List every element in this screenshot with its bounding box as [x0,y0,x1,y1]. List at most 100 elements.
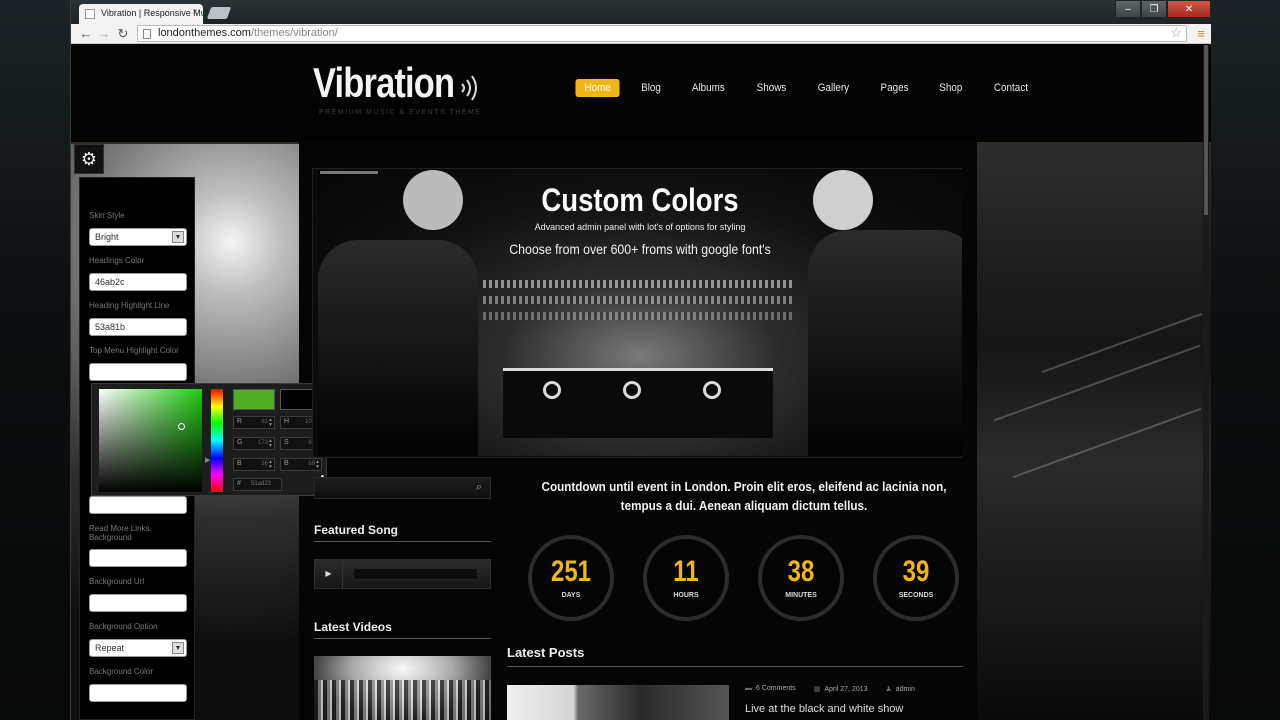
url-host: londonthemes.com [158,27,251,39]
skin-style-value: Bright [95,232,119,242]
scrollbar[interactable] [1203,45,1209,720]
browser-toolbar: ← → ↻ londonthemes.com/themes/vibration/… [71,24,1211,44]
close-window-button[interactable]: ✕ [1167,0,1211,18]
hue-arrow-icon: ▶ [205,457,211,464]
countdown-minutes: 38 MINUTES [758,535,844,621]
skin-style-select[interactable]: Bright ▼ [89,228,187,246]
main-nav: Home Blog Albums Shows Gallery Pages Sho… [573,79,1048,97]
countdown-seconds: 39 SECONDS [873,535,959,621]
audio-progress-track[interactable] [353,568,478,580]
tab-title: Vibration | Responsive Mu [101,8,203,18]
slide-title: Custom Colors [541,182,739,218]
nav-blog[interactable]: Blog [632,79,670,97]
site-logo[interactable]: Vibration [313,59,455,107]
latest-videos-heading: Latest Videos [314,620,491,639]
hue-slider[interactable] [211,389,223,492]
top-menu-highlight-label: Top Menu Highlight Color [89,346,179,355]
background-url-input[interactable] [89,594,187,612]
nav-home[interactable]: Home [575,79,620,97]
saturation-brightness-area[interactable] [99,389,202,492]
background-option-select[interactable]: Repeat ▼ [89,639,187,657]
play-icon[interactable]: ▶ [315,560,343,588]
window-controls: – ❐ ✕ [1115,0,1211,18]
background-option-label: Background Option [89,622,158,631]
video-thumbnail[interactable] [314,656,491,720]
slide-subtitle-2: Choose from over 600+ froms with google … [509,241,771,257]
countdown-value: 39 [902,555,930,588]
post-meta: ▬ 6 Comments ▦ April 27, 2013 ♟ admin [745,685,915,693]
search-icon[interactable]: ⌕ [476,481,482,494]
post-thumbnail[interactable] [507,685,729,720]
background-color-input[interactable] [89,684,187,702]
headings-color-label: Headings Color [89,256,145,265]
gear-icon[interactable]: ⚙ [74,144,104,174]
tab-bar: Vibration | Responsive Mu × – ❐ ✕ [71,0,1211,24]
hex-field[interactable]: #51ad23 [233,478,282,491]
brightness-field[interactable]: B 68 ▲ ▼ [280,458,322,471]
countdown-value: 11 [673,555,699,588]
new-tab-button[interactable] [206,7,232,19]
browser-tab[interactable]: Vibration | Responsive Mu × [79,4,203,24]
audio-player: ▶ [314,559,491,589]
back-button[interactable]: ← [77,25,95,43]
countdown-days: 251 DAYS [528,535,614,621]
nav-contact[interactable]: Contact [985,79,1037,97]
color-picker: ▶ R81▲▼ G173▲▼ B36▲▼ H100▲▼ S80▲▼ B68▲▼ … [91,383,331,496]
nav-albums[interactable]: Albums [683,79,734,97]
site-header: Vibration PREMIUM MUSIC & EVENTS THEME H… [71,45,1211,142]
green-field[interactable]: G 173 ▲ ▼ [233,437,275,450]
maximize-button[interactable]: ❐ [1141,0,1167,18]
countdown-value: 251 [550,555,592,588]
address-bar[interactable]: londonthemes.com/themes/vibration/ ☆ [137,25,1187,42]
comment-icon: ▬ [745,685,752,692]
comments-link[interactable]: ▬ 6 Comments [745,685,796,693]
browser-window: Vibration | Responsive Mu × – ❐ ✕ ← → ↻ … [70,0,1211,720]
page-viewport: Vibration PREMIUM MUSIC & EVENTS THEME H… [71,45,1211,720]
read-more-input[interactable] [89,549,187,567]
page-icon [143,29,151,39]
countdown-unit: MINUTES [785,592,817,599]
top-menu-highlight-input[interactable] [89,363,187,381]
countdown-description: Countdown until event in London. Proin e… [541,479,947,513]
post-author[interactable]: ♟ admin [886,685,915,693]
color-selector-handle[interactable] [178,423,185,430]
read-more-prev-input[interactable] [89,496,187,514]
chevron-down-icon: ▼ [172,642,184,654]
reload-button[interactable]: ↻ [114,25,132,43]
url-path: /themes/vibration/ [250,27,338,39]
post-date: ▦ April 27, 2013 [813,686,868,693]
hamburger-icon[interactable]: ≡ [1197,26,1205,41]
scrollbar-thumb[interactable] [1204,45,1208,215]
skin-style-label: Skin Style [89,211,125,220]
countdown-unit: HOURS [673,592,699,599]
featured-song-heading: Featured Song [314,523,491,542]
slide-subtitle: Advanced admin panel with lot's of optio… [534,222,746,232]
background-color-label: Background Color [89,667,154,676]
background-option-value: Repeat [95,643,125,653]
nav-pages[interactable]: Pages [871,79,917,97]
background-url-label: Background Url [89,577,145,586]
tab-close-icon[interactable]: × [192,7,198,18]
countdown-hours: 11 HOURS [643,535,729,621]
nav-shows[interactable]: Shows [748,79,796,97]
heading-highlight-label: Heading Highlight Line [89,301,170,310]
countdown-unit: SECONDS [898,592,934,599]
post-title-link[interactable]: Live at the black and white show [745,703,903,715]
minimize-button[interactable]: – [1115,0,1141,18]
background-image-right [977,142,1211,720]
site-tagline: PREMIUM MUSIC & EVENTS THEME [319,109,482,116]
headings-color-input[interactable]: 46ab2c [89,273,187,291]
heading-highlight-input[interactable]: 53a81b [89,318,187,336]
nav-shop[interactable]: Shop [930,79,971,97]
nav-gallery[interactable]: Gallery [809,79,858,97]
red-field[interactable]: R 81 ▲ ▼ [233,416,275,429]
user-icon: ♟ [885,686,892,693]
read-more-label: Read More Links Background [89,524,150,542]
forward-button[interactable]: → [95,25,113,43]
favicon-icon [85,9,95,19]
blue-field[interactable]: B 36 ▲ ▼ [233,458,275,471]
search-input[interactable]: ⌕ [314,477,491,499]
countdown-unit: DAYS [561,592,581,599]
latest-posts-heading: Latest Posts [507,645,963,667]
star-icon[interactable]: ☆ [1170,25,1182,41]
